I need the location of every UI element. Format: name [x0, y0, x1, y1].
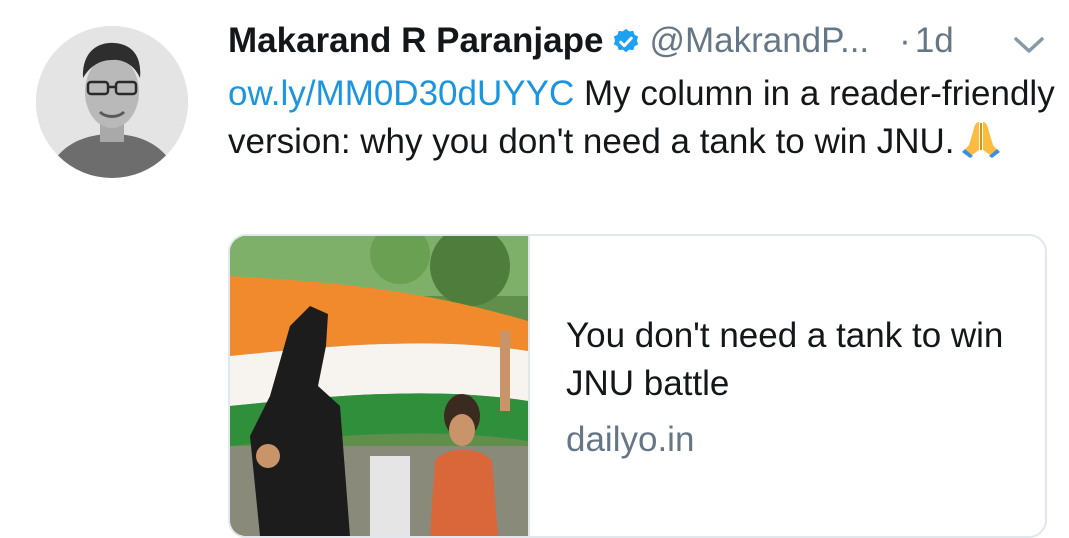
- verified-badge-icon: [611, 21, 641, 71]
- author-name[interactable]: Makarand R Paranjape: [228, 21, 603, 60]
- card-title[interactable]: You don't need a tank to win JNU battle: [566, 312, 1026, 408]
- flag-rally-photo: [230, 236, 528, 536]
- link-card[interactable]: You don't need a tank to win JNU battle …: [228, 234, 1047, 538]
- author-avatar[interactable]: [36, 26, 188, 178]
- avatar-photo: [36, 26, 188, 178]
- tweet-link[interactable]: ow.ly/MM0D30dUYYC: [228, 74, 574, 113]
- card-image: [230, 236, 530, 536]
- author-handle[interactable]: @MakrandP...: [649, 21, 869, 60]
- card-domain: dailyo.in: [566, 420, 695, 459]
- tweet-timestamp[interactable]: 1d: [915, 21, 954, 60]
- meta-separator: ·: [899, 21, 911, 60]
- folded-hands-icon: [959, 119, 1003, 172]
- tweet-text: ow.ly/MM0D30dUYYC My column in a reader-…: [228, 70, 1058, 172]
- tweet-header: Makarand R Paranjape @MakrandP... · 1d: [228, 16, 1058, 66]
- chevron-down-icon[interactable]: [1012, 34, 1046, 56]
